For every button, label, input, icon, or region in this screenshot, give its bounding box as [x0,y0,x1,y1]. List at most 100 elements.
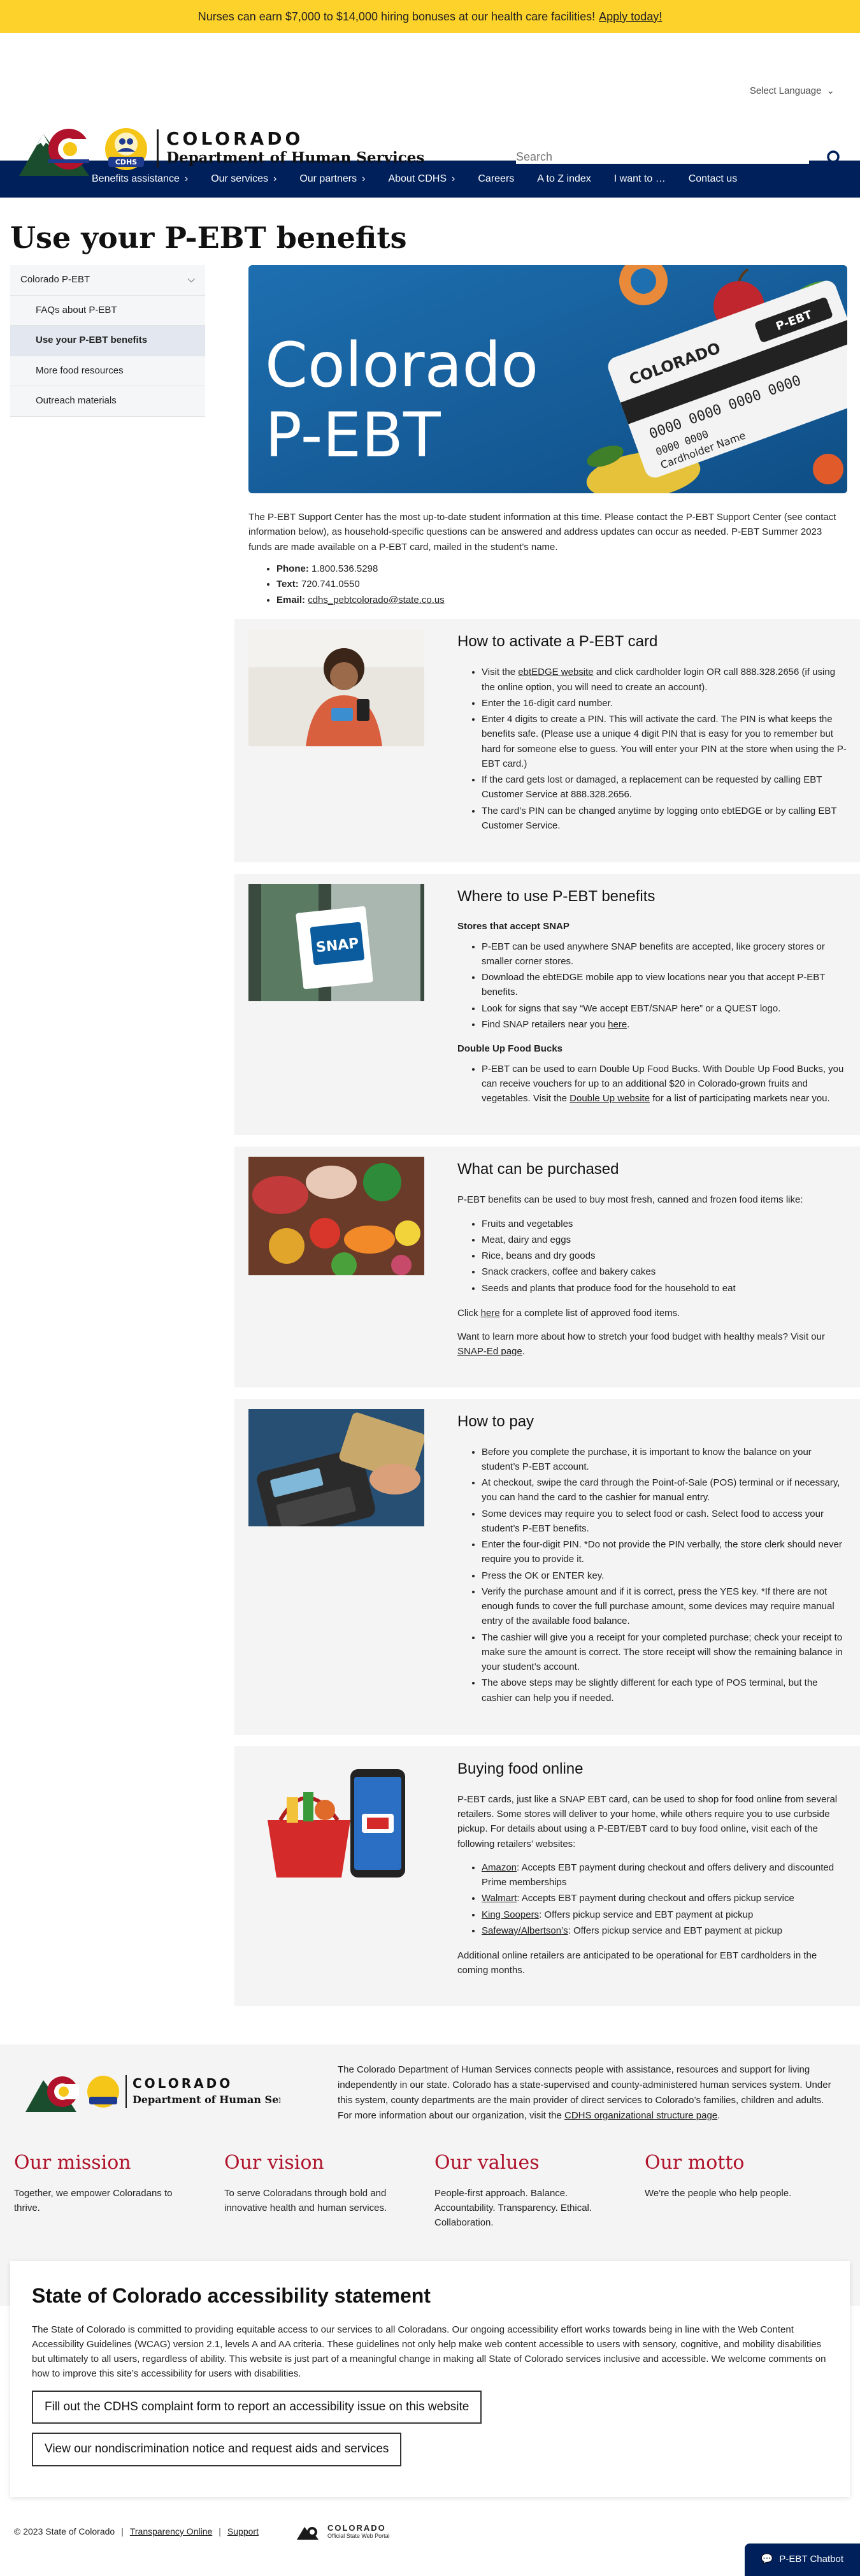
list-item: Before you complete the purchase, it is … [482,1445,847,1475]
language-select[interactable]: Select Language ⌄ [750,84,835,99]
where-body: Where to use P-EBT benefits Stores that … [457,884,847,1116]
site-header: Select Language ⌄ CDHS COLORADO Departme… [0,33,860,176]
value-values: Our values People-first approach. Balanc… [434,2152,645,2231]
contact-phone-label: Phone: [276,563,309,574]
cdhs-logo[interactable]: CDHS COLORADO Department of Human Servic… [18,120,424,177]
section-purchase: What can be purchased P-EBT benefits can… [234,1147,860,1387]
chevron-down-icon[interactable]: ⌵ [188,273,195,287]
nav-contact-us[interactable]: Contact us [680,171,751,187]
contact-phone-value: 1.800.536.5298 [312,563,378,574]
language-select-label: Select Language [749,85,822,96]
pay-body: How to pay Before you complete the purch… [457,1409,847,1716]
amazon-link[interactable]: Amazon [482,1862,517,1873]
value-text: To serve Coloradans through bold and inn… [224,2187,387,2213]
list-item: Look for signs that say “We accept EBT/S… [482,1001,847,1016]
list-text: for a list of participating markets near… [650,1093,830,1104]
list-item: P-EBT can be used to earn Double Up Food… [482,1062,847,1106]
list-item: Enter 4 digits to create a PIN. This wil… [482,712,847,771]
list-item: Fruits and vegetables [482,1217,847,1231]
divider: | [121,2526,124,2536]
contact-email: Email: cdhs_pebtcolorado@state.co.us [276,593,860,608]
contact-text-label: Text: [276,579,299,590]
list-text: : Accepts EBT payment during checkout an… [482,1862,835,1888]
snap-ed-link[interactable]: SNAP-Ed page [457,1346,522,1357]
copyright: © 2023 State of Colorado [14,2526,115,2536]
activate-body: How to activate a P-EBT card Visit the e… [457,629,847,843]
activate-list: Visit the ebtEDGE website and click card… [482,665,847,833]
values-row: Our mission Together, we empower Colorad… [14,2152,855,2231]
main-content: COLORADO P-EBT 0000 0000 0000 0000 0000 … [234,265,860,2006]
list-text: : Offers pickup service and EBT payment … [568,1925,782,1936]
where-list-double-up: P-EBT can be used to earn Double Up Food… [482,1062,847,1106]
sidenav-item-use-benefits[interactable]: Use your P-EBT benefits [10,326,205,356]
apply-today-link[interactable]: Apply today! [599,8,662,25]
para-text: for a complete list of approved food ite… [499,1307,680,1319]
support-link[interactable]: Support [227,2525,259,2538]
hero-title-colorado: Colorado [265,329,538,401]
list-item: Press the OK or ENTER key. [482,1568,847,1583]
accessibility-statement: State of Colorado accessibility statemen… [10,2261,850,2497]
list-item: Download the ebtEDGE mobile app to view … [482,970,847,1000]
bottom-bar: © 2023 State of Colorado | Transparency … [0,2497,860,2554]
activate-image [248,629,424,843]
pay-image [248,1408,426,1716]
main-layout: Colorado P-EBT ⌵ FAQs about P-EBT Use yo… [0,255,860,2006]
list-item: Walmart: Accepts EBT payment during chec… [482,1891,847,1906]
section-activate: How to activate a P-EBT card Visit the e… [234,619,860,862]
chatbot-button[interactable]: 💬 P-EBT Chatbot [744,2543,860,2576]
king-soopers-link[interactable]: King Soopers [482,1909,539,1920]
sidenav-item-food-resources[interactable]: More food resources [10,356,205,386]
nav-label: Contact us [688,173,738,184]
state-portal-logo[interactable]: COLORADO Official State Web Portal [296,2523,390,2541]
contact-email-link[interactable]: cdhs_pebtcolorado@state.co.us [308,595,445,605]
org-structure-link[interactable]: CDHS organizational structure page [564,2110,717,2121]
nav-careers[interactable]: Careers [469,171,528,187]
purchase-image [248,1157,424,1368]
hero-title-pebt: P-EBT [265,400,441,471]
list-item: At checkout, swipe the card through the … [482,1475,847,1505]
nondiscrimination-button[interactable]: View our nondiscrimination notice and re… [32,2433,402,2466]
contact-email-label: Email: [276,594,306,605]
value-text: Together, we empower Coloradans to thriv… [14,2187,173,2213]
where-title: Where to use P-EBT benefits [457,888,656,905]
list-text: : Offers pickup service and EBT payment … [539,1909,754,1920]
state-portal-sub: Official State Web Portal [327,2532,390,2539]
accessibility-title: State of Colorado accessibility statemen… [32,2283,431,2307]
sidenav-item-outreach[interactable]: Outreach materials [10,386,205,417]
chevron-right-icon: › [452,173,455,184]
walmart-link[interactable]: Walmart [482,1893,517,1904]
list-text: Find SNAP retailers near you [482,1018,608,1030]
sidenav-item-colorado-pebt[interactable]: Colorado P-EBT ⌵ [10,265,205,296]
nav-a-to-z-index[interactable]: A to Z index [528,171,605,187]
list-item: The cashier will give you a receipt for … [482,1630,847,1675]
nav-label: Careers [478,173,515,184]
para-text: . [522,1346,525,1357]
list-text: : Accepts EBT payment during checkout an… [517,1893,794,1904]
safeway-albertsons-link[interactable]: Safeway/Albertson’s [482,1925,568,1936]
search-icon[interactable] [822,145,847,171]
where-subtitle-double-up: Double Up Food Bucks [457,1043,563,1054]
search-input[interactable] [516,150,809,164]
value-text: People-first approach. Balance. Accounta… [434,2187,592,2229]
value-vision: Our vision To serve Coloradans through b… [224,2152,434,2231]
chevron-down-icon: ⌄ [826,85,835,96]
ebtedge-website-link[interactable]: ebtEDGE website [518,667,593,677]
value-text: We're the people who help people. [645,2187,792,2199]
purchase-list: Fruits and vegetables Meat, dairy and eg… [482,1217,847,1296]
list-item: Enter the 16-digit card number. [482,696,847,711]
list-item: Snack crackers, coffee and bakery cakes [482,1264,847,1279]
para-text: Click [457,1307,481,1319]
alert-banner: Nurses can earn $7,000 to $14,000 hiring… [0,0,860,33]
complaint-form-button[interactable]: Fill out the CDHS complaint form to repo… [32,2390,482,2424]
double-up-website-link[interactable]: Double Up website [570,1093,650,1104]
list-item: Safeway/Albertson’s: Offers pickup servi… [482,1923,847,1938]
snap-retailers-link[interactable]: here [608,1019,627,1030]
online-outro: Additional online retailers are anticipa… [457,1950,817,1976]
approved-items-link[interactable]: here [481,1308,500,1319]
nav-i-want-to[interactable]: I want to … [605,171,680,187]
sidenav-item-faqs[interactable]: FAQs about P-EBT [10,295,205,326]
list-item: P-EBT can be used anywhere SNAP benefits… [482,939,847,969]
value-title: Our values [434,2151,540,2174]
transparency-online-link[interactable]: Transparency Online [130,2525,212,2538]
list-item: Rice, beans and dry goods [482,1248,847,1263]
